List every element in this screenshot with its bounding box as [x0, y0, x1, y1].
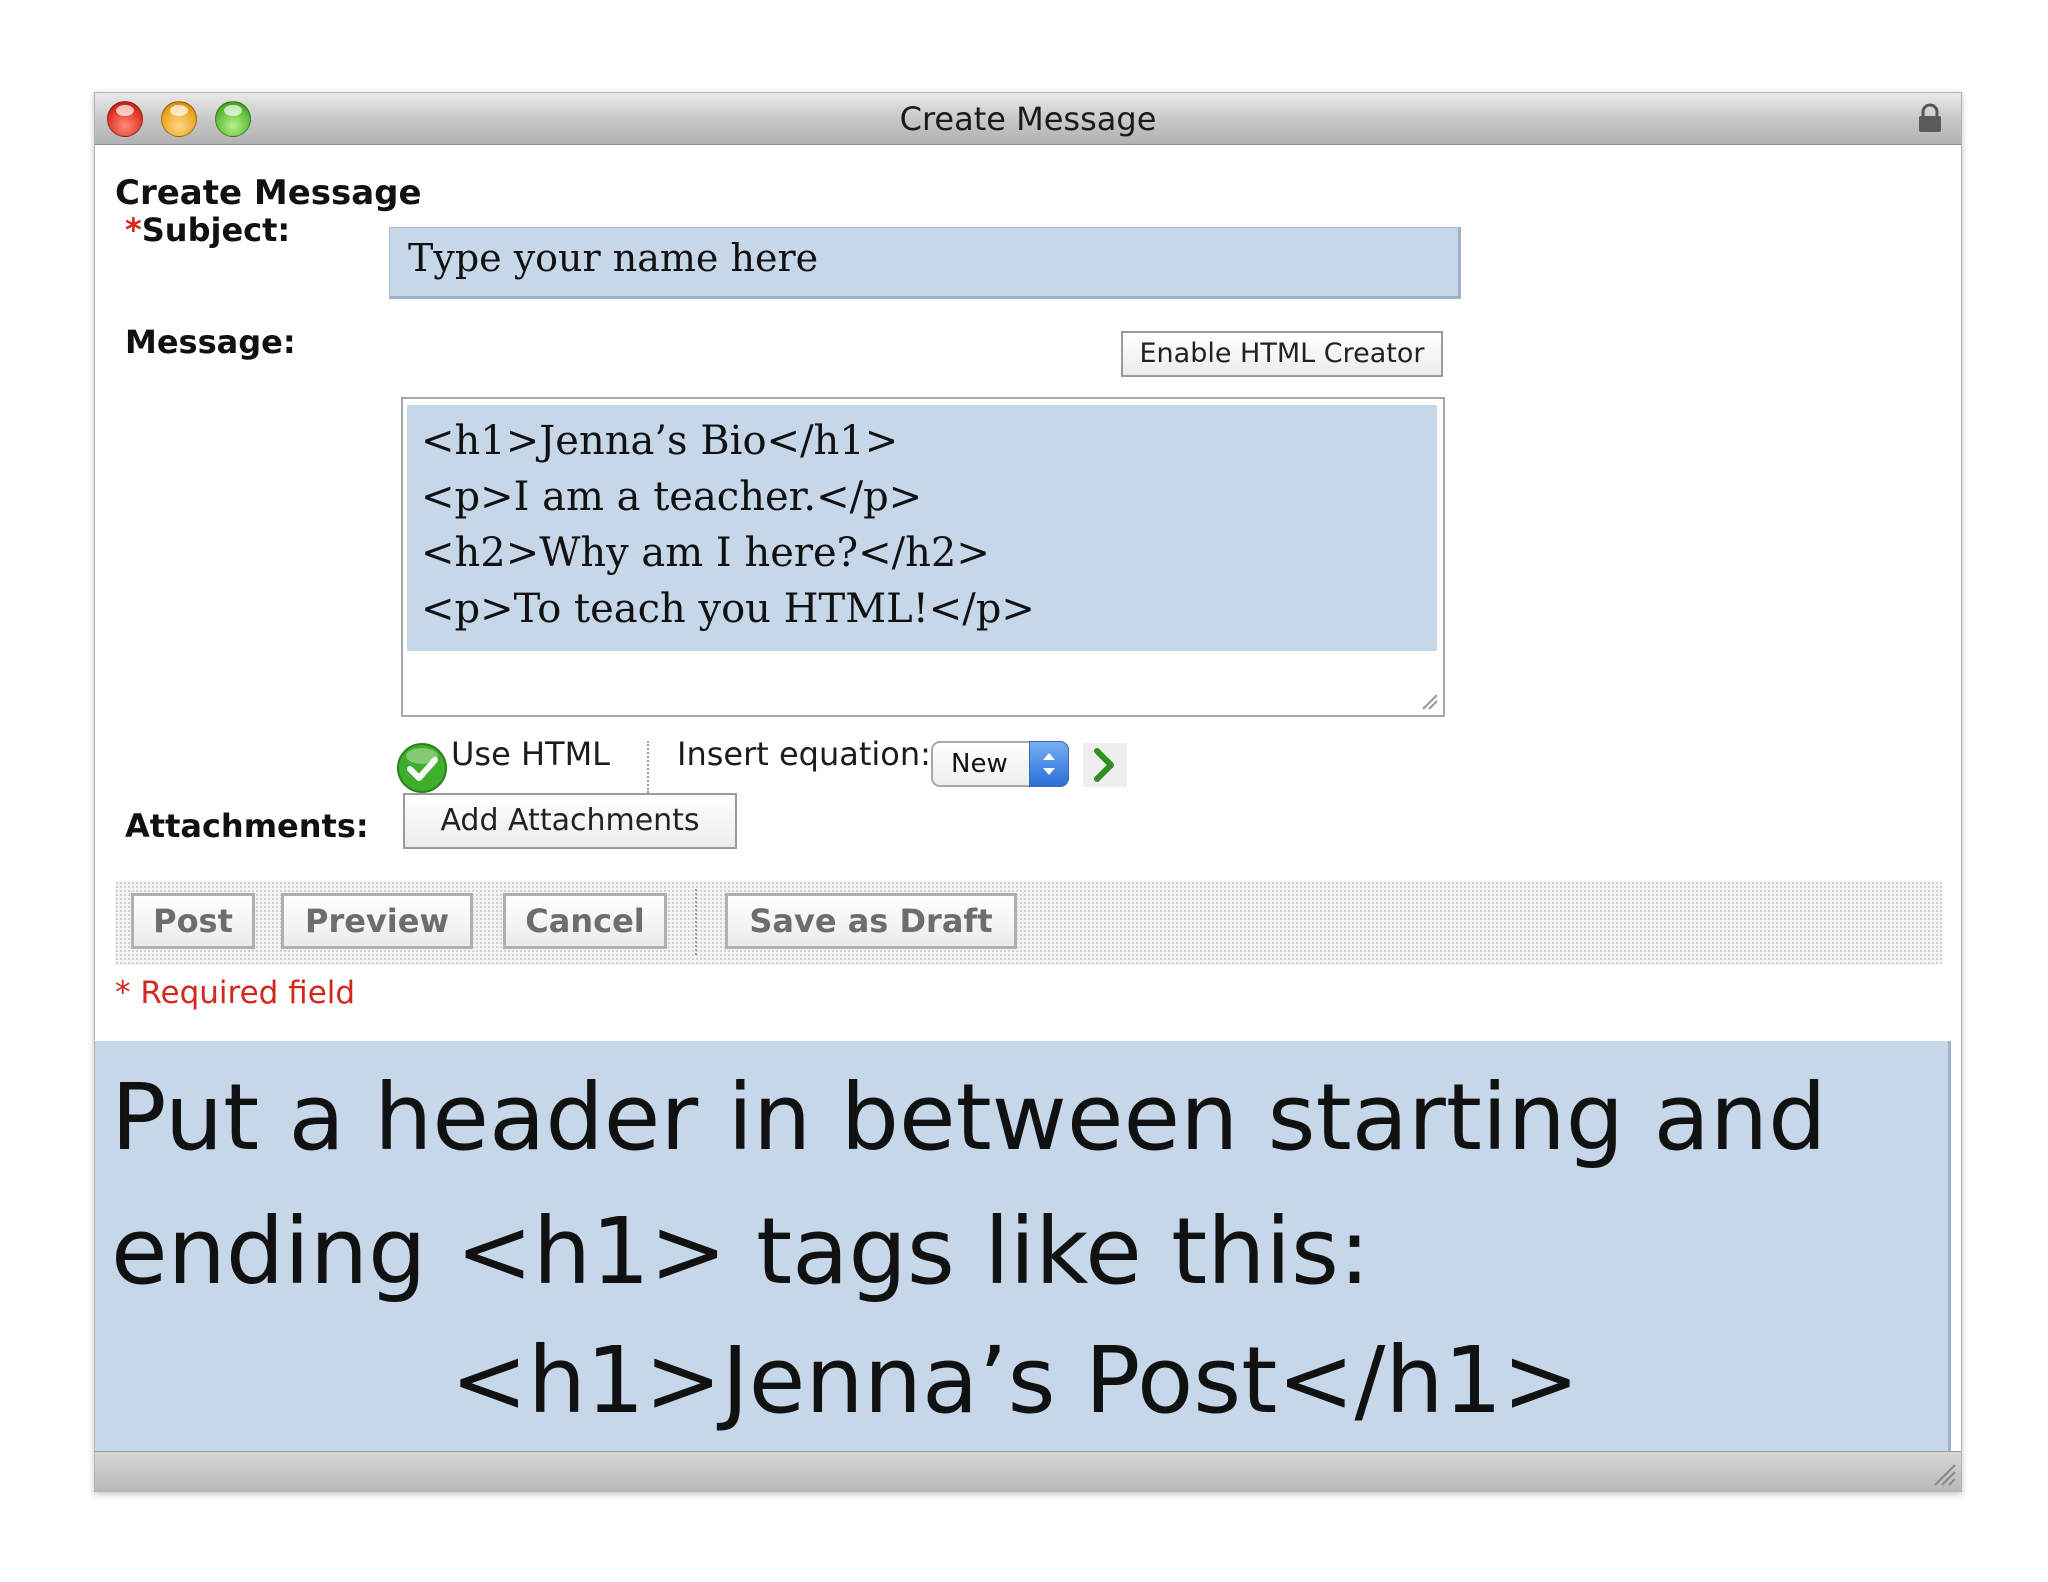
window-title: Create Message [899, 100, 1157, 138]
subject-label: *Subject: [125, 211, 290, 249]
cancel-button[interactable]: Cancel [503, 893, 667, 949]
select-arrows-icon [1029, 741, 1069, 787]
message-body: <h1>Jenna’s Bio</h1> <p>I am a teacher.<… [421, 418, 1035, 632]
attachments-label: Attachments: [125, 807, 369, 845]
required-asterisk: * [125, 211, 142, 249]
post-button[interactable]: Post [131, 893, 255, 949]
equation-select[interactable]: New [931, 741, 1069, 787]
title-bar[interactable]: Create Message [95, 93, 1961, 145]
window-resize-grip-icon[interactable] [1929, 1459, 1957, 1487]
message-label: Message: [125, 323, 296, 361]
create-message-window: Create Message Create Message *Subject: … [94, 92, 1962, 1492]
add-attachments-button[interactable]: Add Attachments [403, 793, 737, 849]
insert-equation-go-icon[interactable] [1083, 743, 1127, 787]
window-bottom-bar [95, 1451, 1961, 1491]
enable-html-creator-button[interactable]: Enable HTML Creator [1121, 331, 1443, 377]
options-divider [647, 741, 649, 793]
use-html-label[interactable]: Use HTML [451, 735, 610, 773]
required-field-note: * Required field [115, 975, 356, 1011]
resize-grip-icon[interactable] [1417, 689, 1439, 711]
save-as-draft-button[interactable]: Save as Draft [725, 893, 1017, 949]
subject-input[interactable]: Type your name here [389, 227, 1461, 299]
lock-icon [1919, 103, 1941, 132]
instruction-example: <h1>Jenna’s Post</h1> [450, 1327, 1580, 1434]
page-title: Create Message [115, 173, 422, 213]
action-bar: Post Preview Cancel Save as Draft [115, 881, 1943, 965]
equation-select-value: New [951, 749, 1008, 779]
action-divider [695, 889, 697, 955]
subject-label-text: Subject: [141, 211, 291, 249]
insert-equation-label: Insert equation: [677, 735, 931, 773]
use-html-checkbox[interactable] [395, 741, 449, 795]
message-textarea[interactable]: <h1>Jenna’s Bio</h1> <p>I am a teacher.<… [401, 397, 1445, 717]
preview-button[interactable]: Preview [281, 893, 473, 949]
instruction-panel: Put a header in between starting and end… [95, 1041, 1951, 1453]
instruction-text: Put a header in between starting and end… [111, 1064, 1827, 1305]
